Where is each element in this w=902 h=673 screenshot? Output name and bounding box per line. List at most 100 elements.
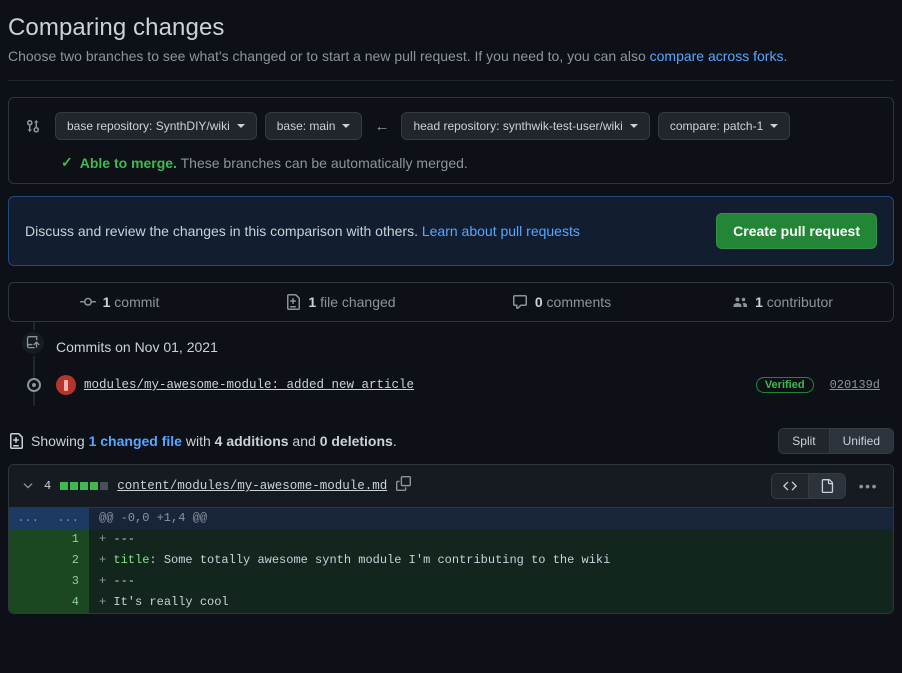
commit-icon [79,294,96,310]
diff-old-lineno [9,571,49,592]
commit-entry: modules/my-awesome-module: added new art… [56,375,894,395]
split-view-button[interactable]: Split [779,429,829,453]
diff-new-lineno: 3 [49,571,89,592]
diff-marker: + [99,595,114,609]
showing-text-1: Showing [31,433,89,449]
files-summary-row: Showing 1 changed file with 4 additions … [8,428,894,464]
arrow-left-icon: ← [374,117,390,135]
git-compare-icon [25,118,41,134]
file-diff-actions: ••• [770,473,881,499]
commit-node-icon [27,378,41,392]
diffstat-blocks [60,482,109,490]
showing-text-2: with [181,433,215,449]
diff-old-lineno [9,550,49,571]
create-pull-request-button[interactable]: Create pull request [716,213,877,249]
diff-old-lineno [9,592,49,613]
stat-files-label: file changed [316,294,396,310]
avatar[interactable] [56,375,76,395]
stat-files-changed[interactable]: 1 file changed [230,294,451,310]
diffstat-square-add [70,482,79,490]
commits-date-heading: Commits on Nov 01, 2021 [56,339,218,355]
code-icon[interactable] [771,474,808,498]
stat-comments-value: 0 [534,294,543,310]
check-icon: ✓ [61,154,73,170]
diff-code-line[interactable]: + title: Some totally awesome synth modu… [89,550,893,571]
diff-new-lineno: 2 [49,550,89,571]
avatar-glyph [64,379,68,391]
diff-row-added: 1 + --- [9,529,893,550]
comment-icon [512,294,528,310]
verified-badge[interactable]: Verified [755,377,814,393]
learn-about-pull-requests-link[interactable]: Learn about pull requests [422,223,580,239]
diff-line-text: : Some totally awesome synth module I'm … [149,553,611,567]
chevron-down-icon [342,124,351,128]
diff-code-line[interactable]: + It's really cool [89,592,893,613]
unified-view-button[interactable]: Unified [828,429,893,453]
commit-message-link[interactable]: modules/my-awesome-module: added new art… [84,378,414,392]
chevron-down-icon[interactable] [21,478,35,495]
diff-old-lineno: ... [9,508,49,529]
head-repository-dropdown[interactable]: head repository: synthwik-test-user/wiki [401,112,650,140]
timeline-date-row: Commits on Nov 01, 2021 [8,322,894,364]
files-summary-text: Showing 1 changed file with 4 additions … [8,433,397,449]
base-branch-label: base: main [276,119,336,133]
page-title: Comparing changes [8,14,225,41]
diff-marker: + [99,532,114,546]
merge-status: ✓ Able to merge. These branches can be a… [61,154,877,171]
head-repository-label: head repository: synthwik-test-user/wiki [413,119,623,133]
diff-new-lineno: 1 [49,529,89,550]
diffstat-square-add [60,482,69,490]
showing-text-3: and [288,433,320,449]
diff-row-hunk: ... ... @@ -0,0 +1,4 @@ [9,508,893,529]
chevron-down-icon [770,124,779,128]
changed-file-link[interactable]: 1 changed file [89,433,182,449]
diff-row-added: 4 + It's really cool [9,592,893,613]
kebab-menu-icon[interactable]: ••• [856,478,881,494]
file-icon[interactable] [807,474,845,498]
diff-yaml-key: title [113,553,150,567]
diffstat-square-add [90,482,99,490]
stat-comments[interactable]: 0 comments [451,294,672,310]
stat-contributors-value: 1 [755,294,763,310]
files-summary-sentence: Showing 1 changed file with 4 additions … [31,433,397,449]
commit-meta: Verified 020139d [755,377,894,393]
file-diff-container: 4 content/modules/my-awesome-module.md •… [8,464,894,614]
base-repository-dropdown[interactable]: base repository: SynthDIY/wiki [55,112,257,140]
diff-code-line[interactable]: + --- [89,571,893,592]
diff-row-added: 3 + --- [9,571,893,592]
base-branch-dropdown[interactable]: base: main [264,112,363,140]
diffstat-square-add [80,482,89,490]
file-diff-icon [8,433,24,449]
comparison-stats-bar: 1 commit 1 file changed 0 comments 1 con… [8,282,894,322]
pull-request-banner: Discuss and review the changes in this c… [8,196,894,266]
commit-row: modules/my-awesome-module: added new art… [8,364,894,406]
compare-branch-dropdown[interactable]: compare: patch-1 [657,112,791,140]
stat-contributors-label: contributor [762,294,833,310]
file-change-count: 4 [44,479,52,493]
branch-selector-row: base repository: SynthDIY/wiki base: mai… [25,112,877,140]
branch-selector-panel: base repository: SynthDIY/wiki base: mai… [8,97,894,184]
stat-commits[interactable]: 1 commit [9,294,230,310]
base-repository-label: base repository: SynthDIY/wiki [67,119,230,133]
diff-new-lineno: ... [49,508,89,529]
stat-commits-text: 1 commit [103,294,160,310]
diff-marker: + [99,574,114,588]
merge-status-rest: These branches can be automatically merg… [176,154,468,171]
diff-code-line[interactable]: + --- [89,529,893,550]
copy-icon[interactable] [396,476,412,496]
stat-files-text: 1 file changed [308,294,395,310]
diff-row-added: 2 + title: Some totally awesome synth mo… [9,550,893,571]
stat-contributors[interactable]: 1 contributor [672,294,893,310]
merge-status-bold: Able to merge. [79,154,177,171]
chevron-down-icon [629,124,638,128]
stat-comments-text: 0 comments [535,294,611,310]
diff-view-toggle: Split Unified [778,428,894,454]
diff-filename-link[interactable]: content/modules/my-awesome-module.md [117,479,387,493]
diffstat-square-empty [100,482,109,490]
diff-old-lineno [9,529,49,550]
diff-hunk-header: @@ -0,0 +1,4 @@ [89,508,893,529]
commit-sha-link[interactable]: 020139d [830,378,880,392]
file-diff-header: 4 content/modules/my-awesome-module.md •… [9,465,893,508]
deletions-count: 0 deletions [319,433,393,449]
compare-across-forks-link[interactable]: compare across forks [650,48,784,64]
